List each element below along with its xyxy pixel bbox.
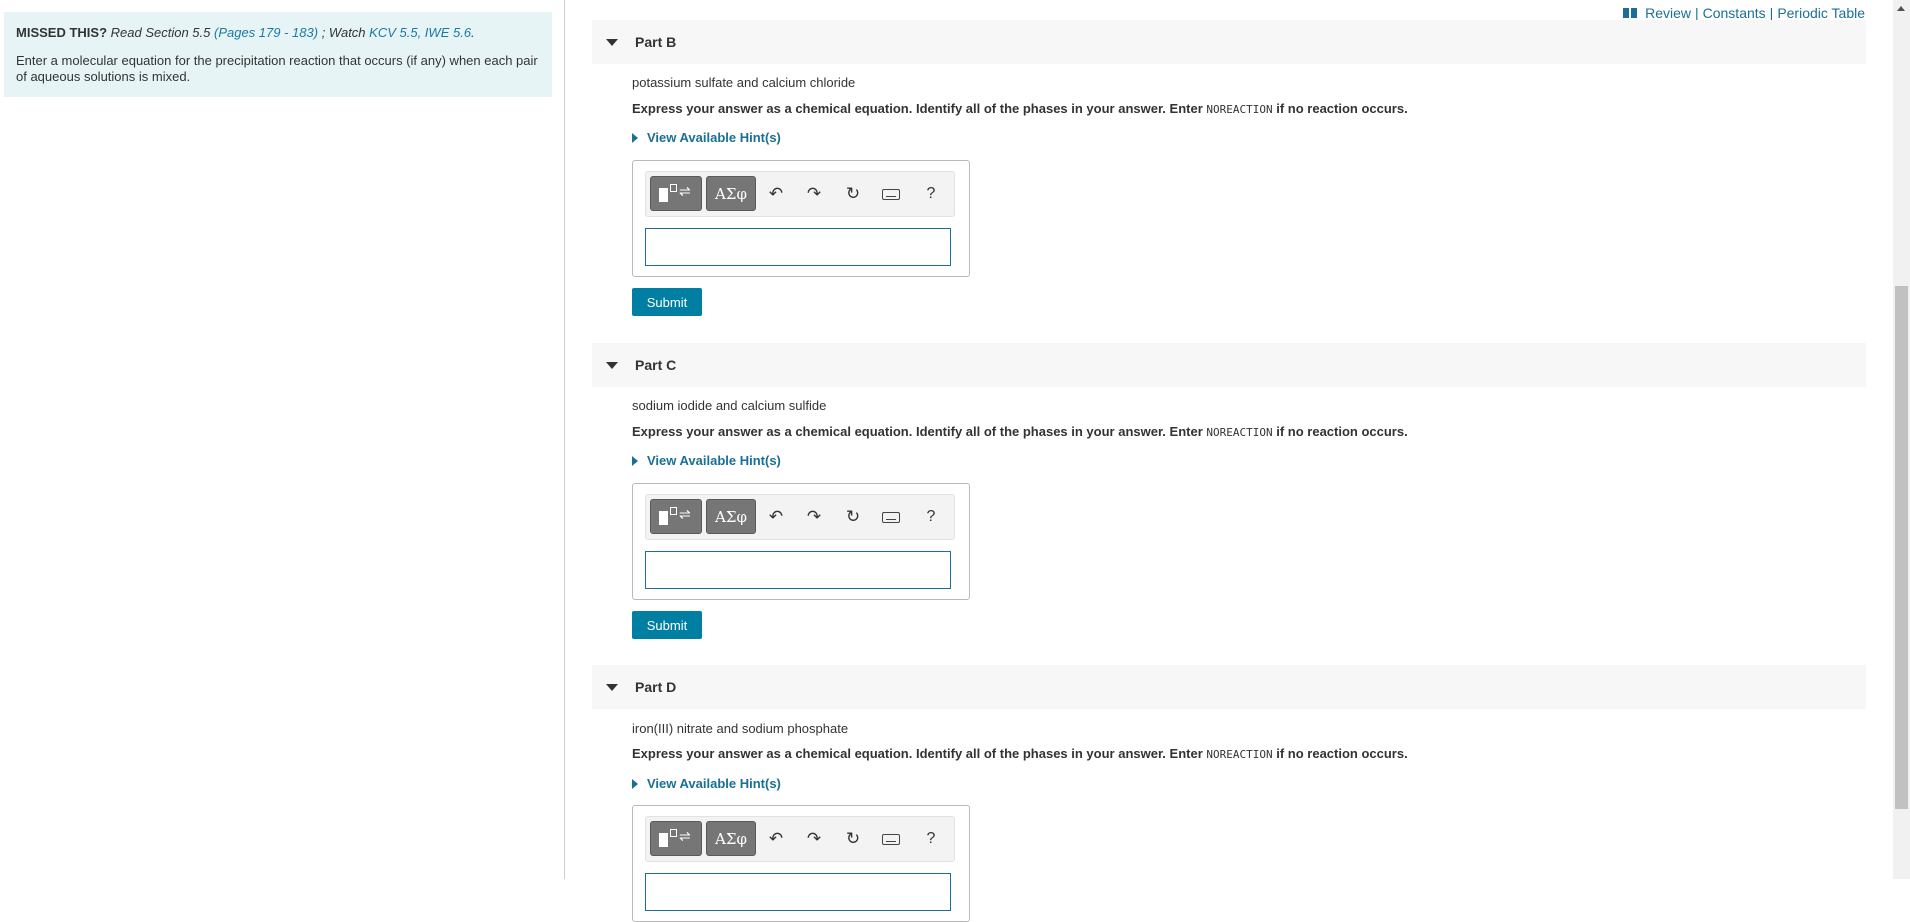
part-b-submit-button[interactable]: Submit: [632, 288, 702, 316]
redo-icon[interactable]: ↷: [800, 180, 828, 208]
period-text: .: [471, 25, 475, 40]
help-icon[interactable]: ?: [917, 825, 945, 853]
hint-label: View Available Hint(s): [647, 776, 781, 791]
left-panel: MISSED THIS? Read Section 5.5 (Pages 179…: [0, 0, 565, 879]
top-links: Review | Constants | Periodic Table: [1623, 5, 1865, 21]
triangle-right-icon: [632, 455, 638, 466]
triangle-right-icon: [632, 778, 638, 789]
missed-this-line: MISSED THIS? Read Section 5.5 (Pages 179…: [16, 25, 540, 41]
equation-toolbar: ⇌ ΑΣφ ↶ ↷ ↻ ?: [645, 171, 955, 217]
reset-icon[interactable]: ↻: [839, 180, 867, 208]
equilibrium-icon: ⇌: [679, 183, 691, 199]
instruction-text: Enter a molecular equation for the preci…: [16, 53, 538, 84]
equation-toolbar: ⇌ ΑΣφ ↶ ↷ ↻ ?: [645, 494, 955, 540]
express-suffix: if no reaction occurs.: [1276, 746, 1408, 761]
keyboard-shape: [882, 511, 900, 523]
greek-symbols-button[interactable]: ΑΣφ: [706, 821, 756, 856]
missed-label: MISSED THIS?: [16, 25, 108, 40]
part-d-instructions: Express your answer as a chemical equati…: [632, 746, 1408, 761]
constants-link[interactable]: Constants: [1703, 5, 1766, 21]
keyboard-icon[interactable]: [877, 503, 905, 531]
part-b-answer-box: ⇌ ΑΣφ ↶ ↷ ↻ ?: [632, 160, 970, 277]
equilibrium-icon: ⇌: [679, 506, 691, 522]
periodic-table-link[interactable]: Periodic Table: [1777, 5, 1865, 21]
scroll-up-arrow-icon[interactable]: [1893, 0, 1910, 17]
equilibrium-icon: ⇌: [679, 828, 691, 844]
express-text: Express your answer as a chemical equati…: [632, 746, 1203, 761]
templates-button[interactable]: ⇌: [650, 821, 702, 856]
noreaction-keyword: NOREACTION: [1206, 748, 1273, 761]
part-title: Part C: [635, 357, 677, 373]
part-title: Part B: [635, 34, 677, 50]
watch-text: ; Watch: [321, 25, 366, 40]
undo-icon[interactable]: ↶: [762, 503, 790, 531]
part-c-submit-button[interactable]: Submit: [632, 611, 702, 639]
templates-icon: [659, 188, 668, 202]
separator: |: [1694, 5, 1699, 21]
pages-link[interactable]: (Pages 179 - 183): [214, 25, 318, 40]
reset-icon[interactable]: ↻: [839, 503, 867, 531]
express-text: Express your answer as a chemical equati…: [632, 424, 1203, 439]
help-icon[interactable]: ?: [917, 180, 945, 208]
part-c-instructions: Express your answer as a chemical equati…: [632, 424, 1408, 439]
redo-icon[interactable]: ↷: [800, 503, 828, 531]
part-c-header[interactable]: Part C: [592, 343, 1866, 387]
express-suffix: if no reaction occurs.: [1276, 424, 1408, 439]
keyboard-shape: [882, 833, 900, 845]
answer-input[interactable]: [645, 228, 951, 266]
templates-icon-box: [670, 507, 677, 515]
part-c-reactants: sodium iodide and calcium sulfide: [632, 398, 827, 413]
part-b-hint-link[interactable]: View Available Hint(s): [632, 130, 781, 145]
keyboard-shape: [882, 188, 900, 200]
express-suffix: if no reaction occurs.: [1276, 101, 1408, 116]
part-c-hint-link[interactable]: View Available Hint(s): [632, 453, 781, 468]
templates-icon: [659, 833, 668, 847]
part-d-reactants: iron(III) nitrate and sodium phosphate: [632, 721, 849, 736]
separator: |: [1769, 5, 1774, 21]
scrollbar[interactable]: [1893, 0, 1910, 879]
part-b-reactants: potassium sulfate and calcium chloride: [632, 75, 856, 90]
caret-down-icon: [606, 683, 618, 691]
templates-icon-box: [670, 184, 677, 192]
undo-icon[interactable]: ↶: [762, 180, 790, 208]
part-c-answer-box: ⇌ ΑΣφ ↶ ↷ ↻ ?: [632, 483, 970, 600]
noreaction-keyword: NOREACTION: [1206, 103, 1273, 116]
review-link[interactable]: Review: [1645, 5, 1691, 21]
express-text: Express your answer as a chemical equati…: [632, 101, 1203, 116]
triangle-right-icon: [632, 132, 638, 143]
help-icon[interactable]: ?: [917, 503, 945, 531]
greek-symbols-button[interactable]: ΑΣφ: [706, 176, 756, 211]
book-icon: [1623, 8, 1638, 18]
read-section-text: Read Section 5.5: [110, 25, 211, 40]
keyboard-icon[interactable]: [877, 825, 905, 853]
templates-icon-box: [670, 829, 677, 837]
keyboard-icon[interactable]: [877, 180, 905, 208]
templates-icon: [659, 511, 668, 525]
part-title: Part D: [635, 679, 677, 695]
kcv-link[interactable]: KCV 5.5, IWE 5.6: [369, 25, 471, 40]
caret-down-icon: [606, 361, 618, 369]
answer-input[interactable]: [645, 551, 951, 589]
hint-label: View Available Hint(s): [647, 130, 781, 145]
reset-icon[interactable]: ↻: [839, 825, 867, 853]
greek-symbols-button[interactable]: ΑΣφ: [706, 499, 756, 534]
part-b-header[interactable]: Part B: [592, 20, 1866, 64]
noreaction-keyword: NOREACTION: [1206, 426, 1273, 439]
hint-label: View Available Hint(s): [647, 453, 781, 468]
equation-toolbar: ⇌ ΑΣφ ↶ ↷ ↻ ?: [645, 816, 955, 862]
part-d-hint-link[interactable]: View Available Hint(s): [632, 776, 781, 791]
part-d-header[interactable]: Part D: [592, 665, 1866, 709]
redo-icon[interactable]: ↷: [800, 825, 828, 853]
templates-button[interactable]: ⇌: [650, 499, 702, 534]
undo-icon[interactable]: ↶: [762, 825, 790, 853]
scroll-thumb[interactable]: [1895, 286, 1908, 809]
templates-button[interactable]: ⇌: [650, 176, 702, 211]
caret-down-icon: [606, 38, 618, 46]
part-b-instructions: Express your answer as a chemical equati…: [632, 101, 1408, 116]
intro-box: MISSED THIS? Read Section 5.5 (Pages 179…: [4, 12, 552, 97]
part-d-answer-box: ⇌ ΑΣφ ↶ ↷ ↻ ?: [632, 805, 970, 922]
